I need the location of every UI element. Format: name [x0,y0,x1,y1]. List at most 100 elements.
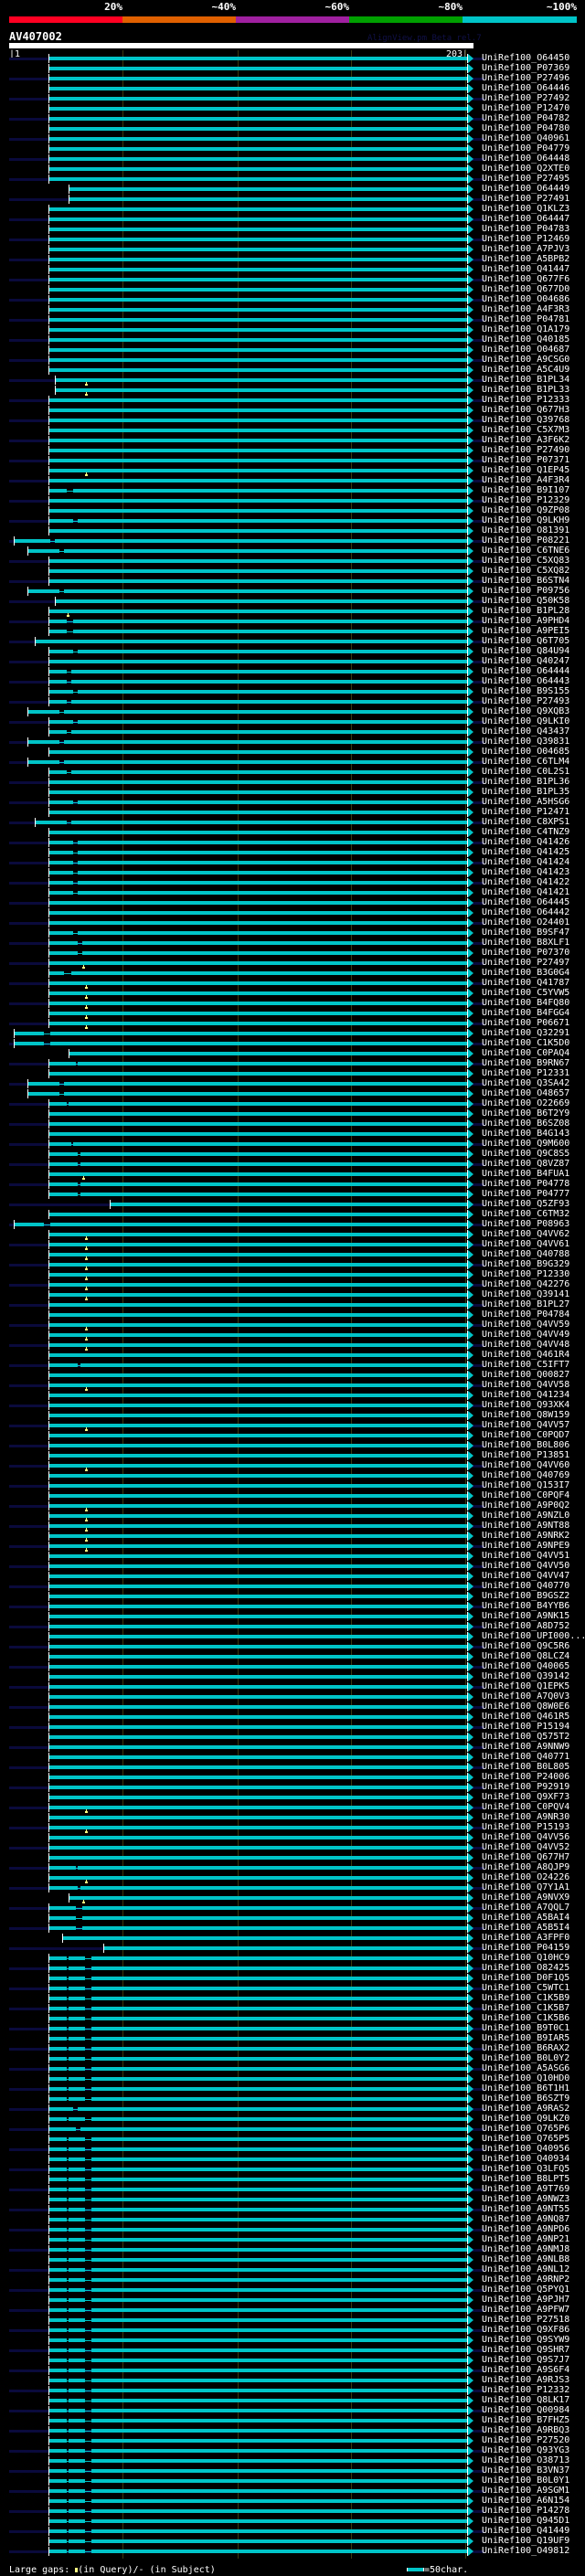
hit-label[interactable]: UniRef100_B9RN67 [482,1058,569,1068]
hit-label[interactable]: UniRef100_Q41423 [482,867,569,877]
hit-label[interactable]: UniRef100_O04687 [482,345,569,355]
hit-label[interactable]: UniRef100_Q41447 [482,264,569,274]
hit-label[interactable]: UniRef100_P27492 [482,93,569,103]
hit-label[interactable]: UniRef100_Q9LKZ0 [482,2114,569,2124]
hit-label[interactable]: UniRef100_Q8W159 [482,1410,569,1420]
hit-label[interactable]: UniRef100_P12332 [482,2385,569,2395]
hit-label[interactable]: UniRef100_C0L2S1 [482,767,569,777]
hit-label[interactable]: UniRef100_Q9ZP08 [482,505,569,515]
hit-label[interactable]: UniRef100_O82425 [482,1963,569,1973]
hit-label[interactable]: UniRef100_Q19UF9 [482,2536,569,2546]
hit-label[interactable]: UniRef100_Q41234 [482,1390,569,1400]
hit-label[interactable]: UniRef100_Q4VV48 [482,1340,569,1350]
hit-label[interactable]: UniRef100_UPI000... [482,1631,585,1641]
hit-label[interactable]: UniRef100_Q9C5R6 [482,1641,569,1651]
hit-label[interactable]: UniRef100_O64446 [482,83,569,93]
hit-label[interactable]: UniRef100_Q93XK4 [482,1400,569,1410]
hit-label[interactable]: UniRef100_A3F6K2 [482,435,569,445]
hit-label[interactable]: UniRef100_P27518 [482,2315,569,2325]
hit-label[interactable]: UniRef100_B1PL33 [482,385,569,395]
hit-label[interactable]: UniRef100_B9GSZ2 [482,1591,569,1601]
hit-label[interactable]: UniRef100_P07371 [482,455,569,465]
hit-label[interactable]: UniRef100_P04783 [482,224,569,234]
hit-label[interactable]: UniRef100_A9NK15 [482,1611,569,1621]
hit-label[interactable]: UniRef100_Q41449 [482,2526,569,2536]
hit-label[interactable]: UniRef100_B1PL28 [482,606,569,616]
hit-label[interactable]: UniRef100_C0PQV4 [482,1802,569,1812]
hit-label[interactable]: UniRef100_Q5ZF93 [482,1199,569,1209]
hit-label[interactable]: UniRef100_A9PEI5 [482,626,569,636]
hit-label[interactable]: UniRef100_Q93YG3 [482,2445,569,2455]
hit-label[interactable]: UniRef100_Q461R5 [482,1712,569,1722]
hit-label[interactable]: UniRef100_Q40185 [482,334,569,345]
hit-label[interactable]: UniRef100_Q41424 [482,857,569,867]
hit-label[interactable]: UniRef100_Q4VV51 [482,1551,569,1561]
hit-label[interactable]: UniRef100_Q4VV50 [482,1561,569,1571]
hit-label[interactable]: UniRef100_B0L806 [482,1440,569,1450]
hit-label[interactable]: UniRef100_A9NP21 [482,2234,569,2244]
hit-label[interactable]: UniRef100_O64447 [482,214,569,224]
hit-label[interactable]: UniRef100_B6T2Y9 [482,1108,569,1118]
hit-label[interactable]: UniRef100_Q9XF86 [482,2325,569,2335]
hit-label[interactable]: UniRef100_C0PQD7 [482,1430,569,1440]
hit-label[interactable]: UniRef100_C6TNE6 [482,546,569,556]
hit-label[interactable]: UniRef100_B1PL36 [482,777,569,787]
hit-label[interactable]: UniRef100_P15193 [482,1822,569,1832]
hit-label[interactable]: UniRef100_Q42276 [482,1279,569,1289]
hit-label[interactable]: UniRef100_Q677H3 [482,405,569,415]
hit-label[interactable]: UniRef100_Q4VV58 [482,1380,569,1390]
hit-label[interactable]: UniRef100_P15194 [482,1722,569,1732]
hit-label[interactable]: UniRef100_O48657 [482,1088,569,1098]
hit-label[interactable]: UniRef100_B0L805 [482,1762,569,1772]
hit-label[interactable]: UniRef100_Q4VV47 [482,1571,569,1581]
hit-label[interactable]: UniRef100_P27491 [482,194,569,204]
hit-label[interactable]: UniRef100_A8D752 [482,1621,569,1631]
hit-label[interactable]: UniRef100_B9IAR5 [482,2033,569,2043]
hit-label[interactable]: UniRef100_C8XPS1 [482,817,569,827]
hit-label[interactable]: UniRef100_Q40961 [482,133,569,143]
hit-label[interactable]: UniRef100_P12330 [482,1269,569,1279]
hit-label[interactable]: UniRef100_Q8LCZ4 [482,1651,569,1661]
hit-label[interactable]: UniRef100_P08221 [482,535,569,546]
hit-label[interactable]: UniRef100_Q40788 [482,1249,569,1259]
hit-label[interactable]: UniRef100_A9RNP2 [482,2274,569,2284]
hit-label[interactable]: UniRef100_Q4VV60 [482,1460,569,1470]
hit-label[interactable]: UniRef100_P27496 [482,73,569,83]
hit-label[interactable]: UniRef100_P12471 [482,807,569,817]
hit-label[interactable]: UniRef100_A5C4U9 [482,365,569,375]
hit-label[interactable]: UniRef100_P14278 [482,2506,569,2516]
hit-label[interactable]: UniRef100_Q8W0E6 [482,1701,569,1712]
hit-label[interactable]: UniRef100_Q4VV49 [482,1330,569,1340]
hit-label[interactable]: UniRef100_B7FHZ5 [482,2415,569,2425]
hit-label[interactable]: UniRef100_Q9LKH9 [482,515,569,525]
hit-label[interactable]: UniRef100_Q41426 [482,837,569,847]
hit-label[interactable]: UniRef100_Q39831 [482,737,569,747]
hit-label[interactable]: UniRef100_B9S155 [482,686,569,696]
hit-label[interactable]: UniRef100_Q41421 [482,887,569,897]
hit-label[interactable]: UniRef100_Q40771 [482,1752,569,1762]
hit-label[interactable]: UniRef100_Q4VV57 [482,1420,569,1430]
hit-label[interactable]: UniRef100_P07369 [482,63,569,73]
hit-label[interactable]: UniRef100_A4F3R4 [482,475,569,485]
hit-label[interactable]: UniRef100_B9T0C1 [482,2023,569,2033]
hit-label[interactable]: UniRef100_P04784 [482,1309,569,1320]
hit-label[interactable]: UniRef100_Q3LFQ5 [482,2164,569,2174]
hit-label[interactable]: UniRef100_C1K5B7 [482,2003,569,2013]
hit-label[interactable]: UniRef100_A9NLB8 [482,2254,569,2264]
hit-label[interactable]: UniRef100_A5BAI4 [482,1913,569,1923]
hit-label[interactable]: UniRef100_O64449 [482,184,569,194]
hit-label[interactable]: UniRef100_A3FPF0 [482,1933,569,1943]
hit-label[interactable]: UniRef100_Q00827 [482,1370,569,1380]
hit-label[interactable]: UniRef100_A9NT55 [482,2204,569,2214]
hit-label[interactable]: UniRef100_P27520 [482,2435,569,2445]
hit-label[interactable]: UniRef100_O22669 [482,1098,569,1108]
hit-label[interactable]: UniRef100_O64442 [482,907,569,917]
hit-label[interactable]: UniRef100_O81391 [482,525,569,535]
hit-label[interactable]: UniRef100_O64448 [482,154,569,164]
hit-label[interactable]: UniRef100_Q40770 [482,1581,569,1591]
hit-label[interactable]: UniRef100_A9SGM1 [482,2486,569,2496]
hit-label[interactable]: UniRef100_B4YYB6 [482,1601,569,1611]
hit-label[interactable]: UniRef100_A9NNW9 [482,1742,569,1752]
hit-label[interactable]: UniRef100_Q84U94 [482,646,569,656]
hit-label[interactable]: UniRef100_B9G329 [482,1259,569,1269]
